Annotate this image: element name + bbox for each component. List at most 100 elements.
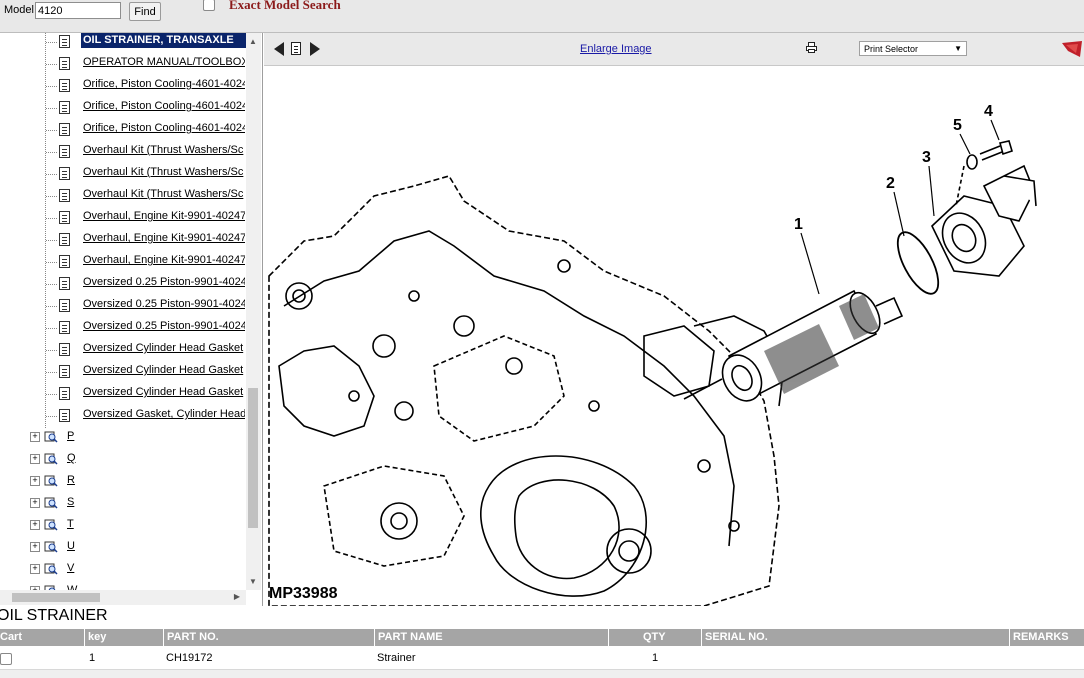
tree-item[interactable]: Orifice, Piston Cooling-4601-4024	[0, 99, 245, 121]
top-bar: Model Find Exact Model Search	[0, 0, 1084, 33]
tree-item[interactable]: Overhaul, Engine Kit-9901-40247	[0, 209, 245, 231]
tree-item-label[interactable]: Oversized 0.25 Piston-9901-4024	[83, 298, 245, 310]
tree-item-label[interactable]: Orifice, Piston Cooling-4601-4024	[83, 100, 245, 112]
tree-item[interactable]: Overhaul Kit (Thrust Washers/Sc	[0, 143, 245, 165]
page-icon[interactable]	[291, 42, 301, 55]
tree-folder-s[interactable]: + S	[0, 495, 245, 517]
print-selector-dropdown[interactable]: Print Selector ▼	[859, 41, 967, 56]
enlarge-image-link[interactable]: Enlarge Image	[580, 43, 652, 55]
tree-item-label[interactable]: Overhaul, Engine Kit-9901-40247	[83, 210, 245, 222]
column-header-serial-no: SERIAL NO.	[701, 629, 1009, 646]
tree-folder-u[interactable]: + U	[0, 539, 245, 561]
tree-item-label[interactable]: Overhaul Kit (Thrust Washers/Sc	[83, 188, 245, 200]
add-to-cart-checkbox[interactable]	[0, 653, 12, 665]
tree-vertical-scrollbar[interactable]: ▲ ▼	[246, 33, 261, 590]
tree-item-label[interactable]: Orifice, Piston Cooling-4601-4024	[83, 122, 245, 134]
scroll-thumb[interactable]	[12, 593, 100, 602]
tree-item[interactable]: Oversized 0.25 Piston-9901-4024	[0, 297, 245, 319]
model-input[interactable]	[35, 2, 121, 19]
document-icon	[59, 211, 70, 224]
tree-folder-label[interactable]: T	[67, 518, 74, 530]
tree-folder-label[interactable]: R	[67, 474, 75, 486]
document-icon	[59, 233, 70, 246]
tree-folder-q[interactable]: + Q	[0, 451, 245, 473]
tree-item-label[interactable]: Oversized 0.25 Piston-9901-4024	[83, 276, 245, 288]
tree-item[interactable]: Orifice, Piston Cooling-4601-4024	[0, 77, 245, 99]
document-icon	[59, 145, 70, 158]
tree-item[interactable]: Oversized 0.25 Piston-9901-4024	[0, 275, 245, 297]
tree-item[interactable]: Oversized 0.25 Piston-9901-4024	[0, 319, 245, 341]
scroll-right-icon[interactable]: ▶	[234, 592, 240, 601]
tree-item-label[interactable]: Oversized 0.25 Piston-9901-4024	[83, 320, 245, 332]
expand-plus-icon[interactable]: +	[30, 564, 40, 574]
next-arrow-icon[interactable]	[310, 42, 320, 56]
tree-item-label[interactable]: Oversized Cylinder Head Gasket	[83, 364, 245, 376]
expand-plus-icon[interactable]: +	[30, 542, 40, 552]
tree-folder-v[interactable]: + V	[0, 561, 245, 583]
expand-plus-icon[interactable]: +	[30, 432, 40, 442]
document-icon	[59, 299, 70, 312]
tree-folder-r[interactable]: + R	[0, 473, 245, 495]
print-selector-label: Print Selector	[864, 44, 919, 54]
tree-folder-label[interactable]: S	[67, 496, 74, 508]
scroll-down-icon[interactable]: ▼	[249, 577, 257, 586]
folder-search-icon	[44, 475, 58, 487]
tree-item-label[interactable]: OIL STRAINER, TRANSAXLE	[81, 33, 247, 48]
column-header-part-name: PART NAME	[374, 629, 608, 646]
tree-horizontal-scrollbar[interactable]: ▶	[0, 590, 246, 605]
tree-item-label[interactable]: Overhaul, Engine Kit-9901-40247	[83, 232, 245, 244]
prev-arrow-icon[interactable]	[274, 42, 284, 56]
tree-folder-label[interactable]: V	[67, 562, 74, 574]
tree-folder-label[interactable]: Q	[67, 452, 76, 464]
expand-plus-icon[interactable]: +	[30, 476, 40, 486]
parts-table-header: Cart key PART NO. PART NAME QTY SERIAL N…	[0, 629, 1084, 646]
tree-item-label[interactable]: Oversized Cylinder Head Gasket	[83, 386, 245, 398]
document-icon	[59, 123, 70, 136]
tree-folder-t[interactable]: + T	[0, 517, 245, 539]
tree-folder-label[interactable]: P	[67, 430, 74, 442]
document-icon	[59, 409, 70, 422]
callout-5: 5	[953, 117, 962, 134]
tree-item-label[interactable]: Overhaul Kit (Thrust Washers/Sc	[83, 166, 245, 178]
find-button[interactable]: Find	[129, 2, 161, 21]
scroll-up-icon[interactable]: ▲	[249, 37, 257, 46]
scroll-thumb[interactable]	[248, 388, 258, 528]
column-header-qty: QTY	[608, 629, 701, 646]
tree-item[interactable]: Overhaul Kit (Thrust Washers/Sc	[0, 165, 245, 187]
tree-item[interactable]: Overhaul, Engine Kit-9901-40247	[0, 231, 245, 253]
tree-item-label[interactable]: Overhaul Kit (Thrust Washers/Sc	[83, 144, 245, 156]
tree-item[interactable]: Oversized Cylinder Head Gasket	[0, 363, 245, 385]
folder-search-icon	[44, 453, 58, 465]
tree-item[interactable]: Oversized Gasket, Cylinder Head	[0, 407, 245, 429]
tree-item[interactable]: Overhaul, Engine Kit-9901-40247	[0, 253, 245, 275]
expand-plus-icon[interactable]: +	[30, 454, 40, 464]
tree-folder-label[interactable]: U	[67, 540, 75, 552]
column-header-cart: Cart	[0, 631, 23, 643]
tree-item[interactable]: Oversized Cylinder Head Gasket	[0, 385, 245, 407]
document-icon	[59, 167, 70, 180]
tree-item-label[interactable]: Oversized Gasket, Cylinder Head	[83, 408, 245, 420]
tree-item-label[interactable]: OPERATOR MANUAL/TOOLBOX	[83, 56, 245, 68]
exact-model-search-checkbox[interactable]	[203, 0, 215, 11]
document-icon	[59, 343, 70, 356]
tree-item[interactable]: OPERATOR MANUAL/TOOLBOX	[0, 55, 245, 77]
tree-folder-p[interactable]: + P	[0, 429, 245, 451]
tree-item-label[interactable]: Overhaul, Engine Kit-9901-40247	[83, 254, 245, 266]
tree-item[interactable]: Overhaul Kit (Thrust Washers/Sc	[0, 187, 245, 209]
folder-search-icon	[44, 497, 58, 509]
callout-3: 3	[922, 149, 931, 166]
tree-item-label[interactable]: Oversized Cylinder Head Gasket	[83, 342, 245, 354]
cell-part-name: Strainer	[377, 652, 416, 664]
expand-plus-icon[interactable]: +	[30, 520, 40, 530]
document-icon	[59, 35, 70, 48]
table-row: 1 CH19172 Strainer 1	[0, 649, 1084, 670]
expand-plus-icon[interactable]: +	[30, 498, 40, 508]
tree-item[interactable]: Oversized Cylinder Head Gasket	[0, 341, 245, 363]
model-label: Model	[4, 4, 34, 16]
printer-icon[interactable]	[806, 42, 817, 53]
tree-item[interactable]: OIL STRAINER, TRANSAXLE	[0, 33, 247, 55]
tree-item[interactable]: Orifice, Piston Cooling-4601-4024	[0, 121, 245, 143]
document-icon	[59, 255, 70, 268]
tree-item-label[interactable]: Orifice, Piston Cooling-4601-4024	[83, 78, 245, 90]
column-header-key: key	[84, 629, 163, 646]
